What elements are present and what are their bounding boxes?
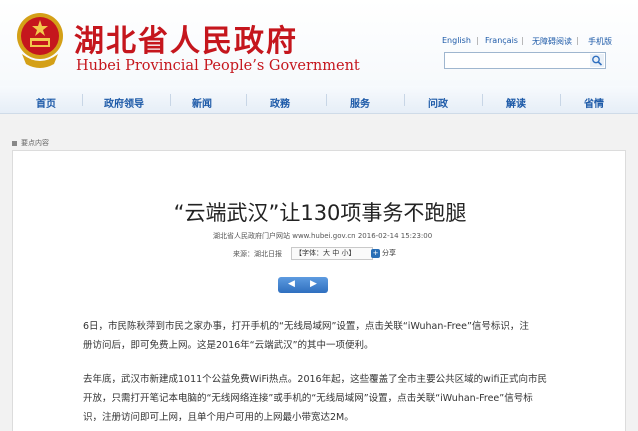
link-francais[interactable]: Français [485, 36, 518, 45]
link-separator: | [521, 36, 524, 45]
nav-divider [560, 94, 561, 106]
breadcrumb-marker-icon [12, 140, 17, 146]
nav-divider [404, 94, 405, 106]
share-button[interactable]: + 分享 [371, 248, 396, 258]
nav-home[interactable]: 首页 [36, 95, 56, 110]
link-english[interactable]: English [442, 36, 471, 45]
link-mobile[interactable]: 手机版 [588, 36, 612, 47]
font-size-selector[interactable]: 【字体：大 中 小】 [291, 247, 373, 260]
search-input[interactable] [444, 52, 606, 69]
article-pager: ◀ ▶ [278, 277, 328, 293]
article-headline: “云端武汉”让130项事务不跑腿 [173, 201, 467, 225]
link-accessible[interactable]: 无障碍阅读 [532, 36, 572, 47]
nav-divider [482, 94, 483, 106]
article-from: 来源：湖北日报 [233, 250, 282, 258]
national-emblem-icon [17, 13, 63, 68]
nav-divider [170, 94, 171, 106]
share-icon: + [371, 248, 380, 258]
pager-prev-button[interactable]: ◀ [288, 279, 295, 289]
pager-next-button[interactable]: ▶ [310, 279, 317, 289]
main-nav: 首页 政府领导 新闻 政務 服务 问政 解读 省情 [0, 86, 638, 114]
link-separator: | [476, 36, 479, 45]
site-header: 湖北省人民政府 Hubei Provincial People’s Govern… [0, 0, 638, 86]
search-icon[interactable] [590, 54, 604, 67]
nav-news[interactable]: 新闻 [192, 95, 212, 110]
nav-interpretation[interactable]: 解读 [506, 95, 526, 110]
nav-province-info[interactable]: 省情 [584, 95, 604, 110]
breadcrumb: 要点内容 [12, 138, 49, 148]
nav-affairs[interactable]: 政務 [270, 95, 290, 110]
paragraph-line: 开放，只需打开笔记本电脑的“无线网络连接”或手机的“无线局域网”设置，点击关联“… [83, 393, 533, 404]
language-links: English | Français | 无障碍阅读 | 手机版 [440, 36, 638, 48]
article-paragraph: 6日，市民陈秋萍到市民之家办事，打开手机的“无线局域网”设置，点击关联“iWuh… [83, 317, 591, 355]
nav-leaders[interactable]: 政府领导 [104, 95, 144, 110]
nav-divider [326, 94, 327, 106]
paragraph-line: 识，注册访问即可上网，且单个用户可用的上网最小带宽达2M。 [83, 412, 354, 423]
nav-services[interactable]: 服务 [350, 95, 370, 110]
nav-inquiry[interactable]: 问政 [428, 95, 448, 110]
nav-divider [82, 94, 83, 106]
link-separator: | [576, 36, 579, 45]
paragraph-line: 6日，市民陈秋萍到市民之家办事，打开手机的“无线局域网”设置，点击关联“iWuh… [83, 321, 529, 332]
article-source-line: 湖北省人民政府门户网站 www.hubei.gov.cn 2016-02-14 … [213, 232, 433, 240]
site-title-en: Hubei Provincial People’s Government [76, 58, 360, 74]
breadcrumb-label[interactable]: 要点内容 [21, 139, 49, 147]
share-label: 分享 [382, 249, 396, 257]
paragraph-line: 册访问后，即可免费上网。这是2016年“云端武汉”的其中一项便利。 [83, 340, 374, 351]
nav-divider [246, 94, 247, 106]
article-paragraph: 去年底，武汉市新建成1011个公益免费WiFi热点。2016年起，这些覆盖了全市… [83, 370, 591, 427]
article-panel: “云端武汉”让130项事务不跑腿 湖北省人民政府门户网站 www.hubei.g… [12, 150, 626, 431]
site-title-cn: 湖北省人民政府 [74, 24, 298, 59]
paragraph-line: 去年底，武汉市新建成1011个公益免费WiFi热点。2016年起，这些覆盖了全市… [83, 374, 547, 385]
